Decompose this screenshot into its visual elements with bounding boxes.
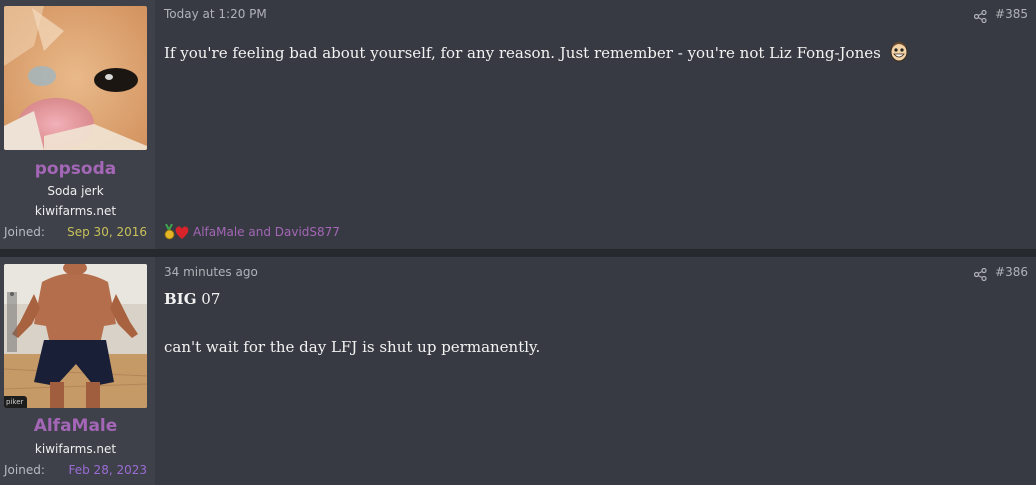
user-cell: piker AlfaMale kiwifarms.net Joined: Feb… <box>0 257 155 485</box>
post-385: popsoda Soda jerk kiwifarms.net Joined: … <box>0 0 1036 249</box>
grinning-face-emoji-icon <box>888 40 910 66</box>
post-number[interactable]: #386 <box>995 265 1028 279</box>
joined-label: Joined: <box>4 225 45 239</box>
post-body-text: If you're feeling bad about yourself, fo… <box>164 44 881 62</box>
user-title: Soda jerk <box>47 184 104 198</box>
user-site: kiwifarms.net <box>34 442 117 456</box>
post-body-line-2: can't wait for the day LFJ is shut up pe… <box>164 338 541 356</box>
joined-date: Feb 28, 2023 <box>68 463 148 477</box>
username[interactable]: AlfaMale <box>0 416 151 436</box>
medal-icon <box>164 223 175 240</box>
post-timestamp[interactable]: Today at 1:20 PM <box>164 7 267 21</box>
post-body: If you're feeling bad about yourself, fo… <box>164 40 910 66</box>
post-number[interactable]: #385 <box>995 7 1028 21</box>
joined-date: Sep 30, 2016 <box>67 225 147 239</box>
post-body-bold: BIG <box>164 290 197 308</box>
post-body-text: 07 <box>201 290 221 308</box>
username[interactable]: popsoda <box>0 159 151 179</box>
avatar[interactable] <box>4 6 147 150</box>
joined-label: Joined: <box>4 463 45 477</box>
post-body-line-1: BIG 07 <box>164 290 220 308</box>
share-icon[interactable] <box>973 266 987 282</box>
share-icon[interactable] <box>973 8 987 24</box>
user-site: kiwifarms.net <box>34 204 117 218</box>
post-timestamp[interactable]: 34 minutes ago <box>164 265 258 279</box>
user-cell: popsoda Soda jerk kiwifarms.net Joined: … <box>0 0 155 249</box>
heart-icon <box>175 224 189 240</box>
reactions-bar[interactable]: AlfaMale and DavidS877 <box>164 223 340 241</box>
reaction-users-link[interactable]: AlfaMale and DavidS877 <box>193 225 340 239</box>
avatar-watermark: piker <box>4 396 28 408</box>
avatar[interactable]: piker <box>4 264 147 408</box>
post-386: piker AlfaMale kiwifarms.net Joined: Feb… <box>0 257 1036 485</box>
